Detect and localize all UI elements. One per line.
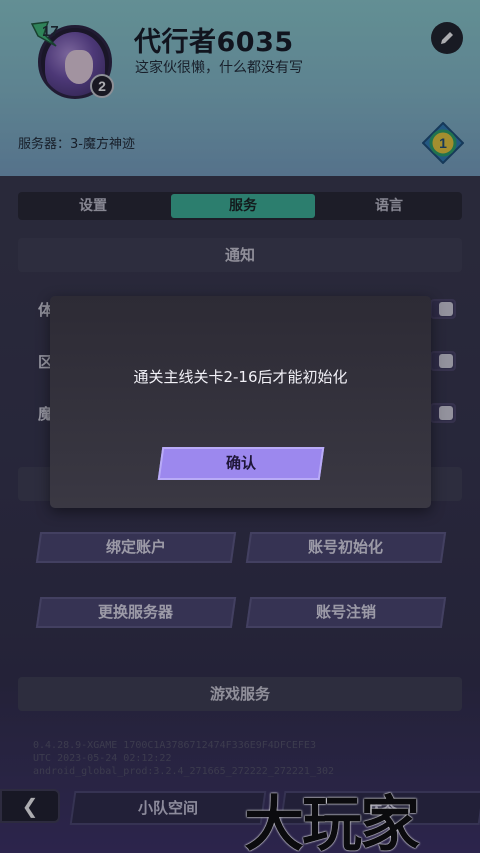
watermark-logo: 大玩家 <box>244 790 420 853</box>
dialog-message: 通关主线关卡2-16后才能初始化 <box>133 368 348 386</box>
confirm-button[interactable]: 确认 <box>157 447 325 480</box>
alert-dialog: 通关主线关卡2-16后才能初始化 确认 <box>50 296 431 508</box>
